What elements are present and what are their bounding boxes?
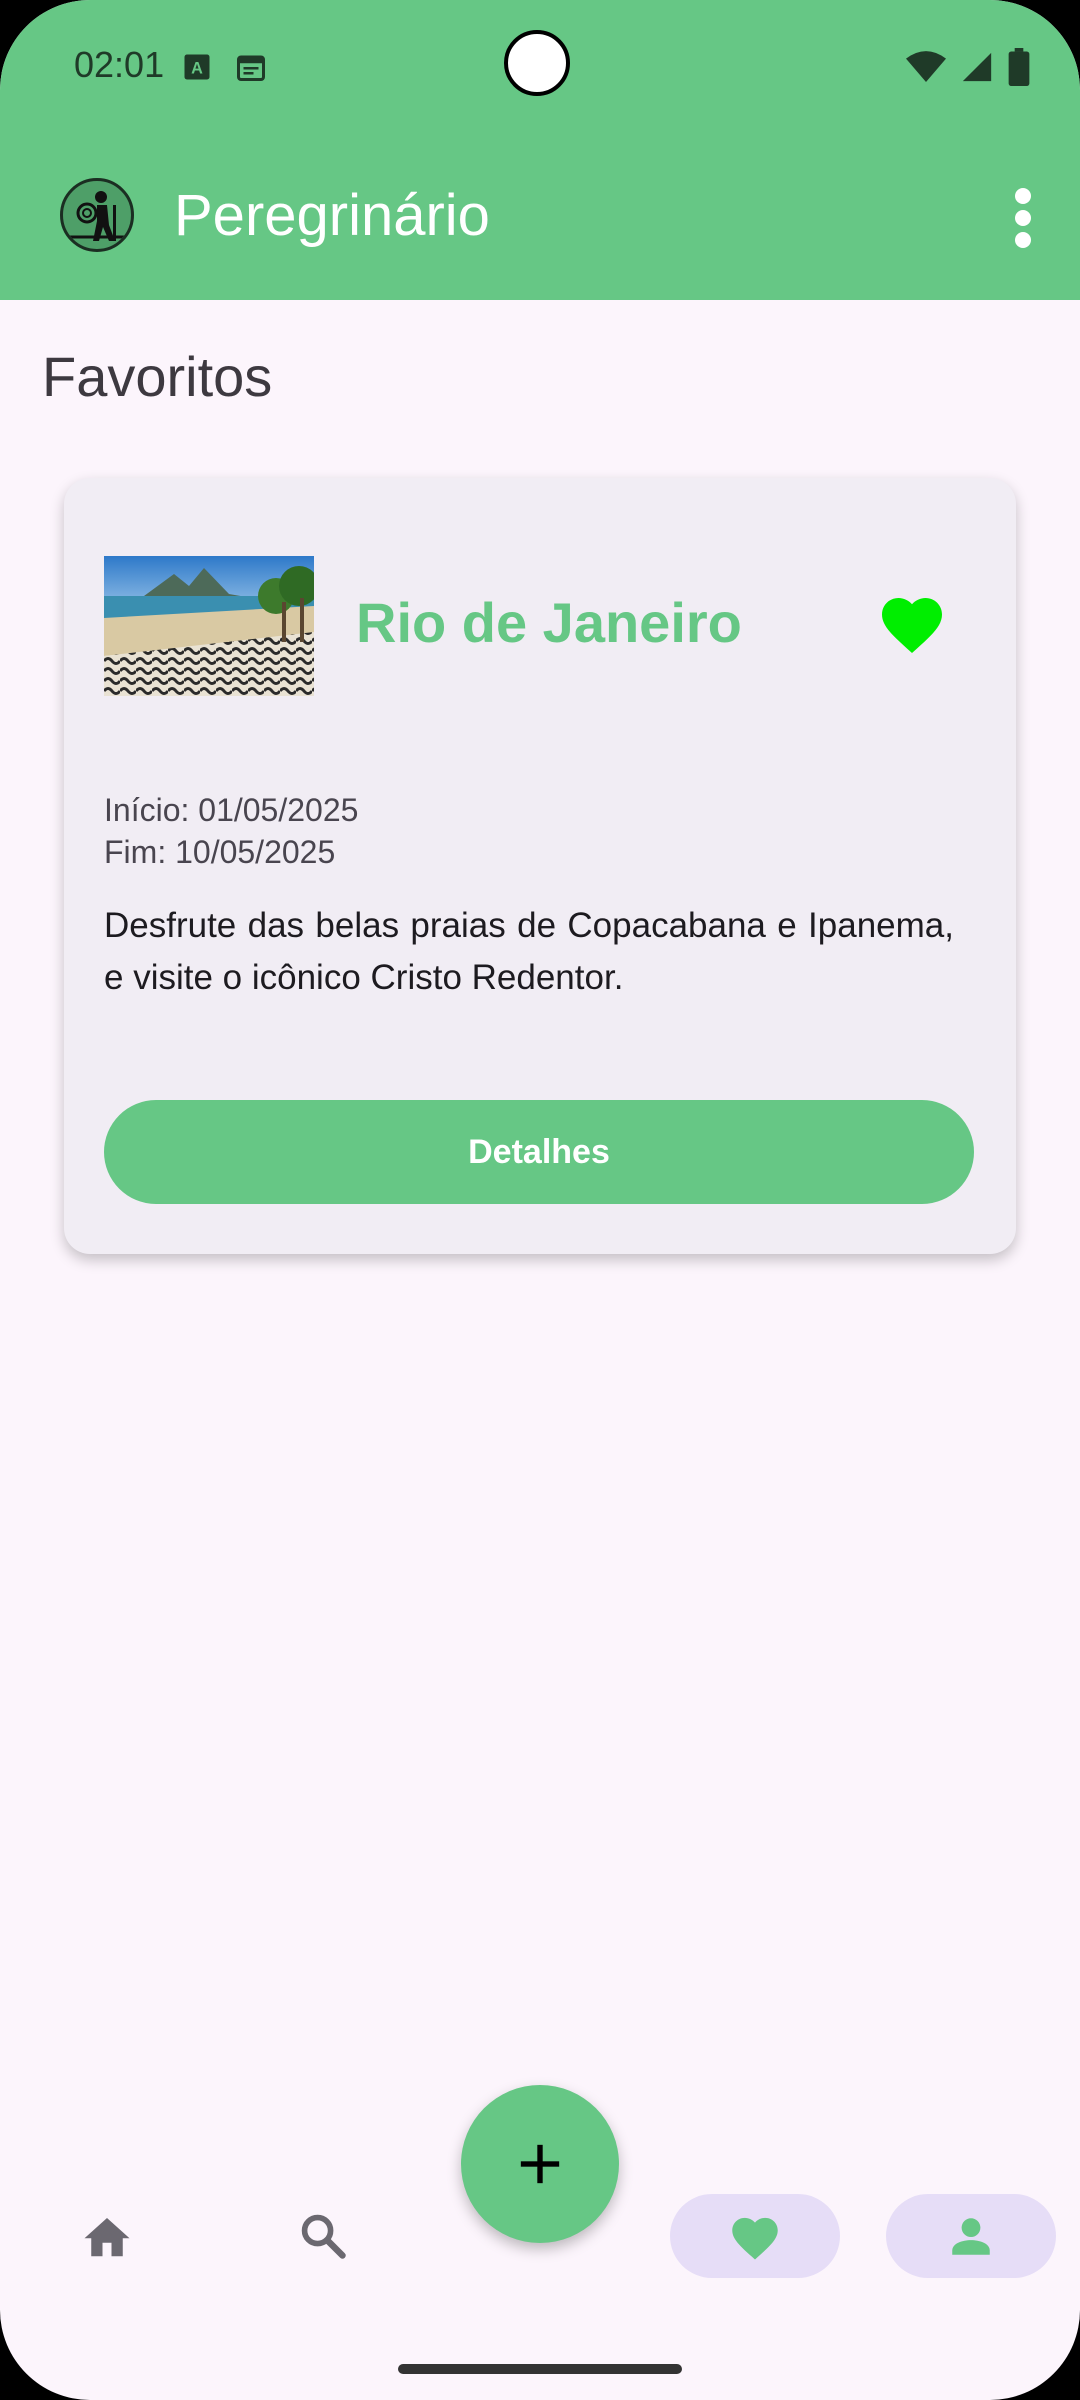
font-download-icon: A (184, 54, 210, 80)
calendar-icon (237, 55, 265, 81)
page-title: Favoritos (42, 345, 273, 408)
camera-cutout (504, 30, 570, 96)
end-date: Fim: 10/05/2025 (104, 834, 336, 870)
home-icon (84, 2218, 130, 2257)
nav-favorites[interactable] (670, 2194, 840, 2278)
heart-icon[interactable] (876, 588, 948, 656)
app-bar: 02:01 A Peregrinário (0, 0, 1080, 300)
start-date: Início: 01/05/2025 (104, 792, 359, 828)
person-icon (952, 2218, 990, 2255)
nav-search[interactable] (268, 2194, 378, 2278)
favorite-trip-card: Rio de Janeiro Início: 01/05/2025 Fim: 1… (64, 478, 1016, 1254)
battery-icon (1008, 48, 1030, 86)
app-title: Peregrinário (174, 183, 490, 248)
cell-signal-icon (962, 52, 992, 82)
destination-name: Rio de Janeiro (356, 591, 742, 654)
more-vert-icon[interactable] (1008, 188, 1038, 248)
status-system-icons (906, 48, 1030, 86)
status-time: 02:01 (74, 44, 165, 85)
details-button[interactable]: Detalhes (104, 1100, 974, 1204)
nav-profile[interactable] (886, 2194, 1056, 2278)
destination-image (104, 556, 314, 696)
screen: 02:01 A Peregrinário Favoritos Rio de Ja… (0, 0, 1080, 2400)
home-indicator[interactable] (398, 2364, 682, 2374)
plus-icon (520, 2144, 560, 2184)
svg-text:A: A (191, 59, 203, 77)
hiker-logo-icon (60, 178, 134, 252)
search-icon (301, 2214, 346, 2259)
heart-icon (732, 2217, 778, 2260)
nav-home[interactable] (52, 2194, 162, 2278)
destination-description: Desfrute das belas praias de Copacabana … (104, 906, 954, 997)
wifi-icon (906, 51, 946, 82)
add-trip-button[interactable] (461, 2085, 619, 2243)
